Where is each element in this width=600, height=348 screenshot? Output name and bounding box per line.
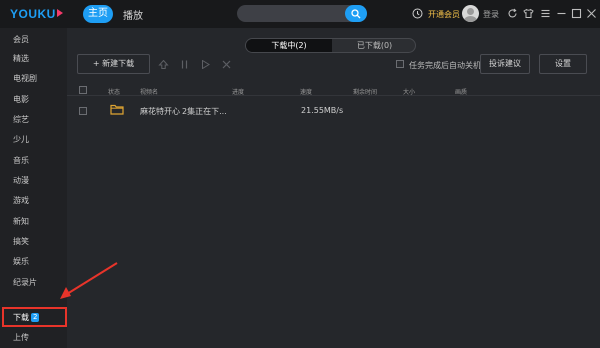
annotation-arrow-icon <box>60 262 118 299</box>
app-window: YOUKU 主页 播放 开通会员 登录 会员 精选 电视剧 电影 综艺 少儿 音… <box>0 0 600 348</box>
